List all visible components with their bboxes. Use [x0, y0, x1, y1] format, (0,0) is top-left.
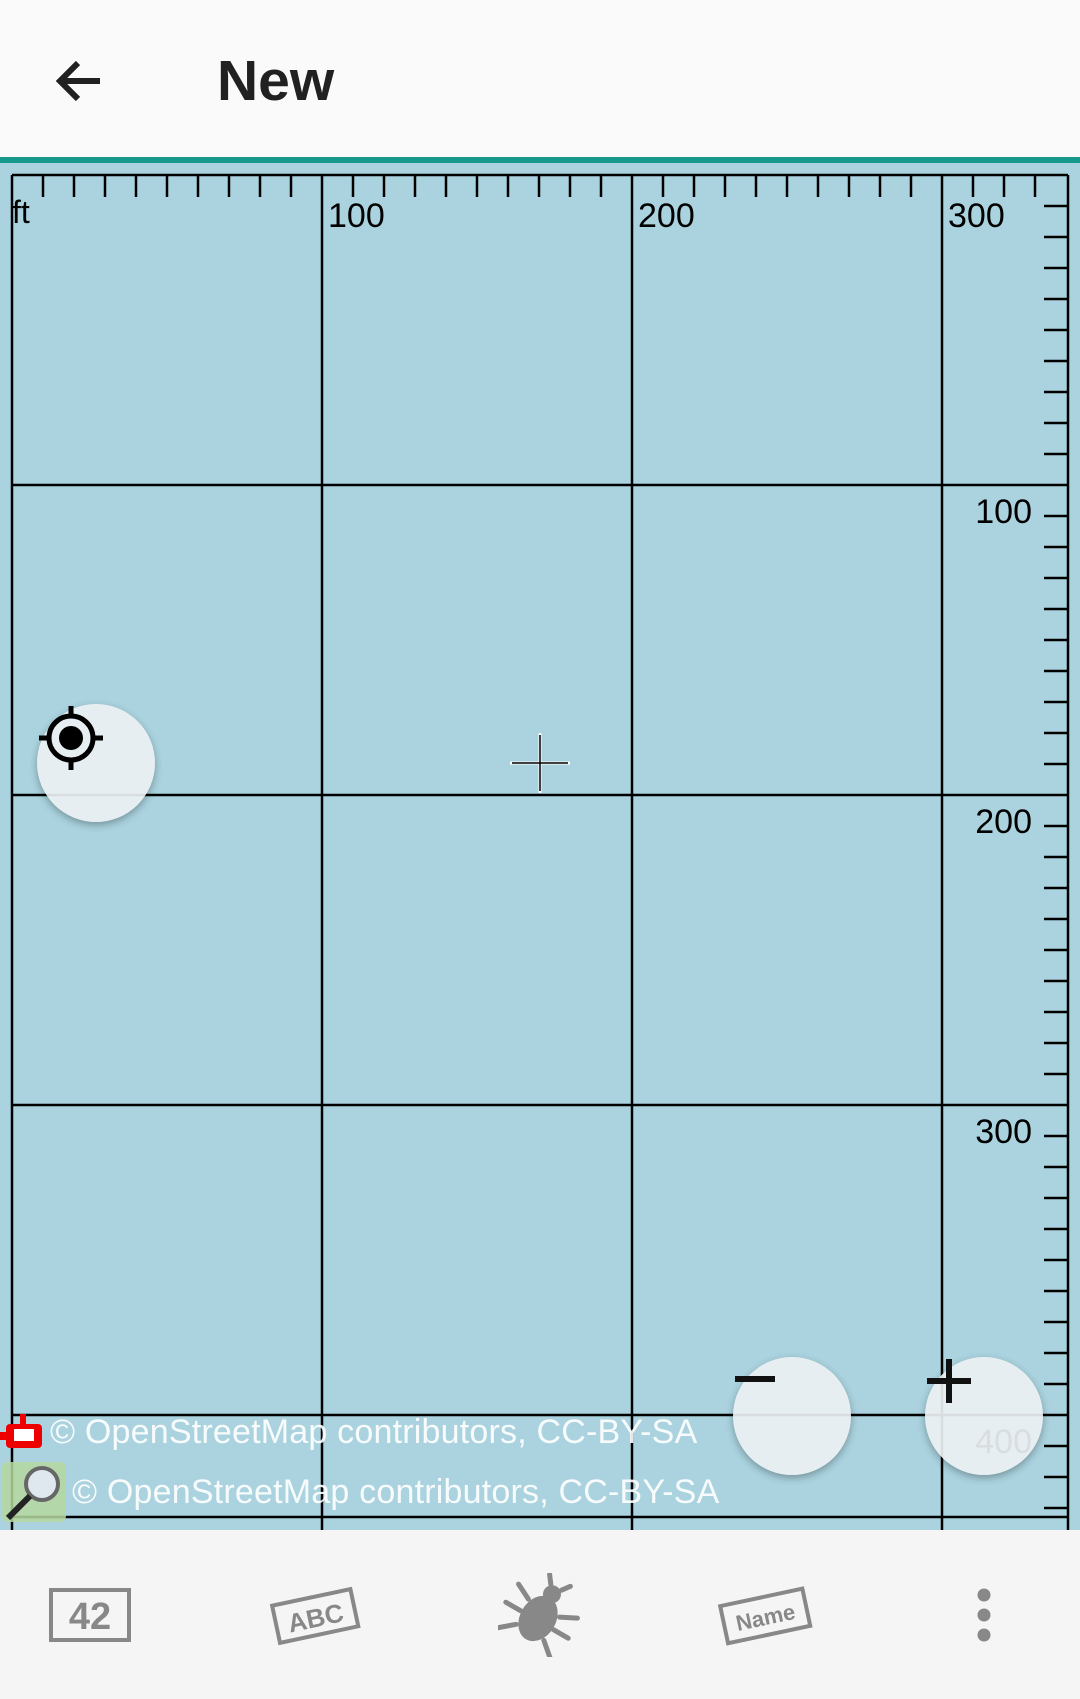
attribution-text: © OpenStreetMap contributors, CC-BY-SA: [50, 1413, 698, 1451]
zoom-in-button[interactable]: [925, 1357, 1043, 1475]
number-tag-button[interactable]: 42: [35, 1565, 145, 1665]
scale-right-label: 200: [975, 803, 1032, 841]
name-tag-button[interactable]: Name: [710, 1565, 820, 1665]
attribution-icon-1: [0, 1410, 48, 1458]
bug-icon: [498, 1573, 580, 1657]
attribution-text: © OpenStreetMap contributors, CC-BY-SA: [72, 1473, 720, 1511]
bottom-toolbar: 42 ABC Name: [0, 1530, 1080, 1699]
number-tag-icon: 42: [49, 1588, 131, 1642]
scale-right-label: 100: [975, 493, 1032, 531]
locate-button[interactable]: [37, 704, 155, 822]
svg-text:42: 42: [69, 1596, 111, 1638]
text-tag-button[interactable]: ABC: [260, 1565, 370, 1665]
zoom-out-button[interactable]: [733, 1357, 851, 1475]
name-tag-icon: Name: [717, 1586, 813, 1646]
text-tag-icon: ABC: [269, 1586, 361, 1646]
gps-locate-icon: [39, 706, 103, 770]
scale-top-label: 100: [328, 197, 385, 235]
scale-top-label: 200: [638, 197, 695, 235]
scale-unit-label: ft: [12, 194, 30, 230]
page-title: New: [217, 49, 335, 113]
map-grid: ft 100 200 300 100 200 300 400: [10, 173, 1070, 1530]
back-button[interactable]: [44, 45, 116, 117]
overflow-menu-button[interactable]: [929, 1565, 1039, 1665]
minus-icon: [735, 1376, 775, 1382]
attribution-icon-2: [0, 1456, 70, 1526]
scale-top-label: 300: [948, 197, 1005, 235]
plus-icon: [927, 1359, 971, 1403]
overflow-menu-icon: [977, 1588, 991, 1642]
arrow-left-icon: [55, 60, 100, 102]
scale-right-label: 300: [975, 1113, 1032, 1151]
map-view[interactable]: ft 100 200 300 100 200 300 400 © OpenStr…: [0, 163, 1080, 1530]
bug-report-button[interactable]: [485, 1565, 595, 1665]
app-bar: New: [0, 0, 1080, 157]
